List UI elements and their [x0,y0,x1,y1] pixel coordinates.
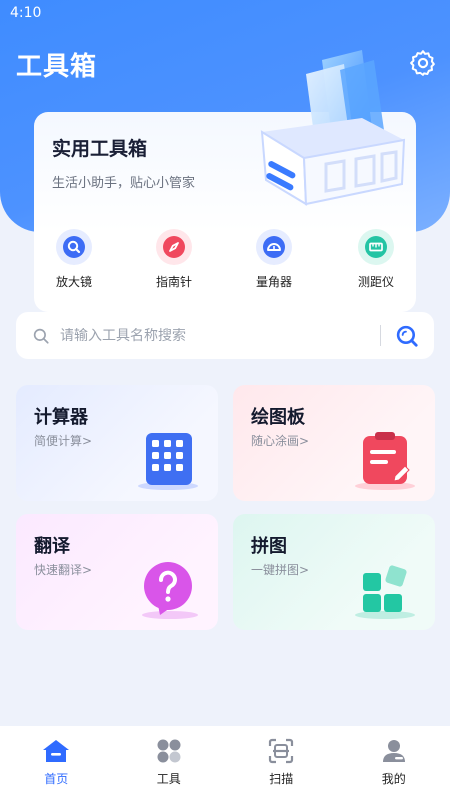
tool-card-translate[interactable]: 翻译 快速翻译> [16,514,218,630]
tab-tools[interactable]: 工具 [113,726,226,800]
hero-title: 实用工具箱 [52,138,148,160]
quick-tool-label: 放大镜 [55,275,92,289]
tools-grid-icon [157,739,181,763]
tool-card-puzzle[interactable]: 拼图 一键拼图> [233,514,435,630]
quick-tool-protractor[interactable]: 量角器 [244,229,304,290]
search-bar [16,312,434,359]
quick-tool-label: 量角器 [255,275,292,289]
hero-card: 实用工具箱 生活小助手，贴心小管家 放大镜 指南针 量角器 测距仪 [34,50,416,312]
tool-card-title: 绘图板 [251,407,305,428]
quick-tool-rangefinder[interactable]: 测距仪 [346,229,406,290]
quick-tool-compass[interactable]: 指南针 [144,229,204,290]
search-icon [33,328,49,344]
compass-icon [156,229,192,265]
tool-card-subtitle: 快速翻译> [34,563,93,577]
quick-tool-label: 指南针 [155,275,192,289]
home-icon [43,740,70,762]
tool-card-calculator[interactable]: 计算器 简便计算> [16,385,218,501]
tool-card-title: 计算器 [34,407,88,428]
search-divider [380,325,381,346]
scan-icon [269,738,294,764]
puzzle-icon [355,565,415,619]
tab-label: 我的 [381,772,406,786]
tool-card-title: 拼图 [251,536,287,557]
tool-card-subtitle: 随心涂画> [251,434,310,448]
magnifier-icon [56,229,92,265]
toolbox-illustration-icon [260,50,406,206]
page-title: 工具箱 [16,52,98,82]
user-icon [382,740,405,762]
tool-card-subtitle: 简便计算> [34,434,93,448]
drawing-board-icon [355,432,415,490]
tab-profile[interactable]: 我的 [338,726,450,800]
tab-label: 扫描 [269,772,294,786]
hero-subtitle: 生活小助手，贴心小管家 [52,176,196,191]
status-bar: 4:10 [0,0,450,26]
quick-tool-label: 测距仪 [357,275,394,289]
search-submit-icon [396,325,418,347]
search-input[interactable] [60,327,360,344]
search-submit-button[interactable] [394,323,420,349]
translate-icon [142,562,198,619]
tab-home[interactable]: 首页 [0,726,113,800]
protractor-icon [256,229,292,265]
tool-card-drawing-board[interactable]: 绘图板 随心涂画> [233,385,435,501]
ruler-icon [358,229,394,265]
quick-tool-magnifier[interactable]: 放大镜 [44,229,104,290]
status-time: 4:10 [10,5,42,21]
tab-label: 首页 [44,772,69,786]
bottom-tab-bar: 首页 工具 扫描 我的 [0,726,450,800]
tab-scan[interactable]: 扫描 [225,726,338,800]
calculator-icon [138,433,198,490]
tool-card-subtitle: 一键拼图> [251,563,310,577]
tab-label: 工具 [156,772,181,786]
tool-card-title: 翻译 [34,536,70,557]
